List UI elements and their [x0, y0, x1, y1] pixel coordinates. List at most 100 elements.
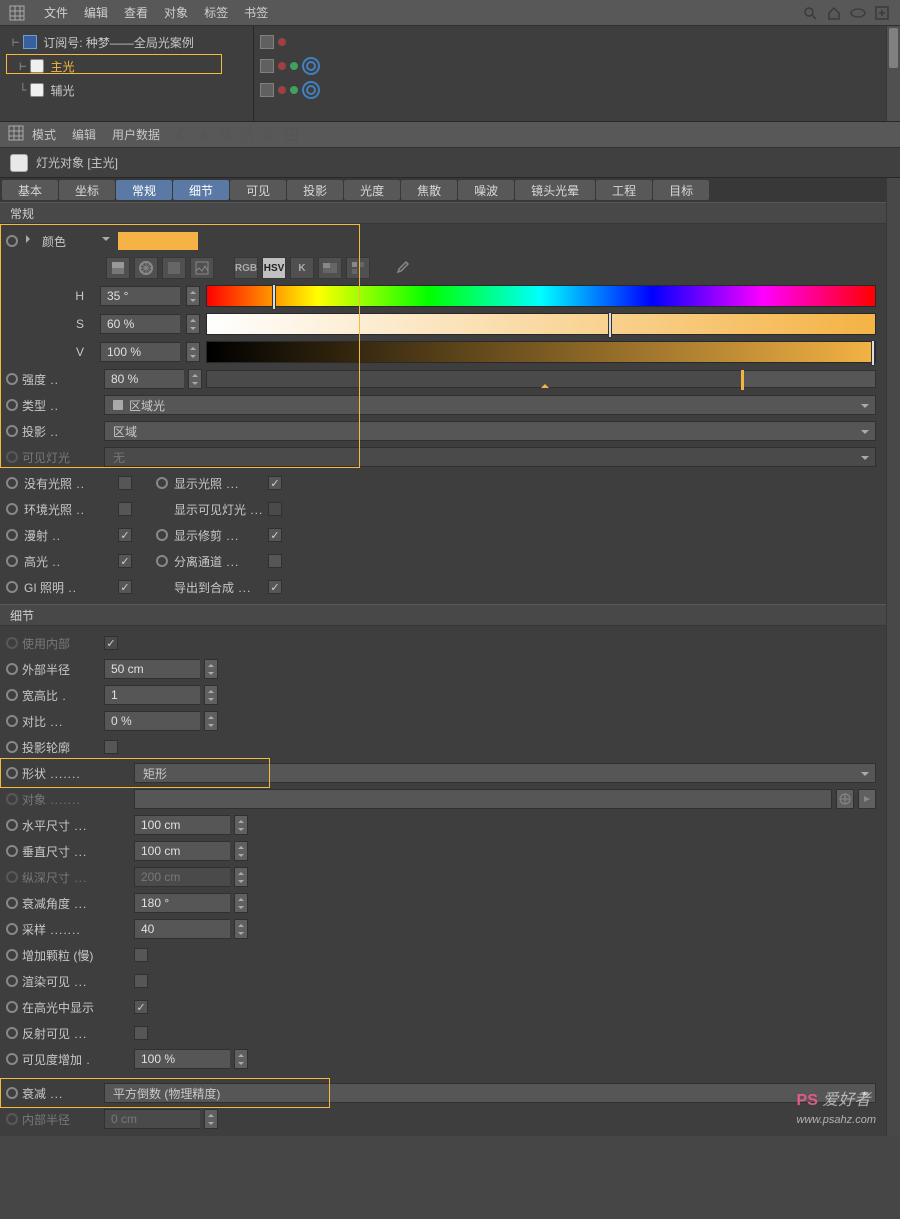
object-row[interactable]: ⊢ 订阅号: 种梦——全局光案例 — [0, 30, 253, 54]
spinner[interactable] — [234, 841, 248, 861]
color-mode-hsv[interactable]: HSV — [262, 257, 286, 279]
anim-dot[interactable] — [6, 529, 18, 541]
search-icon[interactable] — [800, 3, 820, 23]
input-hsize[interactable]: 100 cm — [134, 815, 230, 835]
checkbox[interactable] — [268, 554, 282, 568]
spinner[interactable] — [186, 342, 200, 362]
eye-icon[interactable] — [848, 3, 868, 23]
anim-dot[interactable] — [6, 1001, 18, 1013]
visibility-dot-editor[interactable] — [278, 62, 286, 70]
spinner[interactable] — [204, 659, 218, 679]
vertical-scrollbar[interactable] — [886, 202, 900, 1136]
anim-dot[interactable] — [6, 897, 18, 909]
link-pick-icon[interactable] — [836, 789, 854, 809]
tab-visible[interactable]: 可见 — [230, 180, 286, 200]
color-mode-rgb[interactable]: RGB — [234, 257, 258, 279]
layer-tag-icon[interactable] — [260, 59, 274, 73]
anim-dot[interactable] — [156, 477, 168, 489]
dropdown-falloff[interactable]: 平方倒数 (物理精度) — [104, 1083, 876, 1103]
tab-caustics[interactable]: 焦散 — [401, 180, 457, 200]
anim-dot[interactable] — [6, 1027, 18, 1039]
checkbox[interactable] — [118, 502, 132, 516]
input-contrast[interactable]: 0 % — [104, 711, 200, 731]
spinner[interactable] — [186, 314, 200, 334]
anim-dot[interactable] — [6, 373, 18, 385]
anim-dot[interactable] — [156, 529, 168, 541]
menu-view[interactable]: 查看 — [116, 4, 156, 21]
tab-photometric[interactable]: 光度 — [344, 180, 400, 200]
color-mode-k[interactable]: K — [290, 257, 314, 279]
spinner[interactable] — [234, 919, 248, 939]
spinner[interactable] — [204, 685, 218, 705]
tab-target[interactable]: 目标 — [653, 180, 709, 200]
target-tag-icon[interactable] — [302, 57, 320, 75]
tab-general[interactable]: 常规 — [116, 180, 172, 200]
anim-dot[interactable] — [6, 477, 18, 489]
checkbox-show-spec[interactable] — [134, 1000, 148, 1014]
menu-mode[interactable]: 模式 — [24, 126, 64, 143]
checkbox[interactable] — [268, 580, 282, 594]
anim-dot[interactable] — [6, 715, 18, 727]
spinner[interactable] — [204, 711, 218, 731]
anim-dot[interactable] — [6, 923, 18, 935]
spinner[interactable] — [186, 286, 200, 306]
anim-dot[interactable] — [6, 845, 18, 857]
app-grid-icon[interactable] — [8, 125, 24, 144]
app-grid-icon[interactable] — [8, 4, 26, 22]
dropdown-shadow[interactable]: 区域 — [104, 421, 876, 441]
back-icon[interactable] — [172, 126, 190, 144]
menu-tags[interactable]: 标签 — [196, 4, 236, 21]
tab-detail[interactable]: 细节 — [173, 180, 229, 200]
dropdown-shape[interactable]: 矩形 — [134, 763, 876, 783]
checkbox[interactable] — [118, 580, 132, 594]
gear-icon[interactable] — [260, 126, 278, 144]
input-intensity[interactable]: 80 % — [104, 369, 184, 389]
input-s[interactable]: 60 % — [100, 314, 180, 334]
search-icon[interactable] — [216, 126, 234, 144]
up-icon[interactable] — [194, 126, 212, 144]
vertical-scrollbar[interactable] — [886, 178, 900, 202]
checkbox-grain[interactable] — [134, 948, 148, 962]
input-vsize[interactable]: 100 cm — [134, 841, 230, 861]
vertical-scrollbar[interactable] — [886, 26, 900, 121]
input-samples[interactable]: 40 — [134, 919, 230, 939]
dropdown-type[interactable]: 区域光 — [104, 395, 876, 415]
tab-basic[interactable]: 基本 — [2, 180, 58, 200]
slider-intensity[interactable] — [206, 370, 876, 388]
input-outer-radius[interactable]: 50 cm — [104, 659, 200, 679]
visibility-dot-render[interactable] — [290, 62, 298, 70]
anim-dot[interactable] — [6, 767, 18, 779]
spinner[interactable] — [234, 815, 248, 835]
color-tool-wheel-icon[interactable] — [134, 257, 158, 279]
anim-dot[interactable] — [6, 741, 18, 753]
color-tool-image-icon[interactable] — [190, 257, 214, 279]
spinner[interactable] — [188, 369, 202, 389]
visibility-dot-render[interactable] — [290, 86, 298, 94]
anim-dot[interactable] — [6, 581, 18, 593]
input-vis-mult[interactable]: 100 % — [134, 1049, 230, 1069]
menu-object[interactable]: 对象 — [156, 4, 196, 21]
checkbox[interactable] — [268, 528, 282, 542]
menu-edit[interactable]: 编辑 — [76, 4, 116, 21]
input-v[interactable]: 100 % — [100, 342, 180, 362]
target-tag-icon[interactable] — [302, 81, 320, 99]
tab-lensflare[interactable]: 镜头光晕 — [515, 180, 595, 200]
checkbox[interactable] — [118, 528, 132, 542]
object-row[interactable]: └ 辅光 — [0, 78, 253, 102]
spinner[interactable] — [234, 1049, 248, 1069]
visibility-dot-editor[interactable] — [278, 38, 286, 46]
anim-dot[interactable] — [156, 555, 168, 567]
menu-edit[interactable]: 编辑 — [64, 126, 104, 143]
anim-dot[interactable] — [6, 425, 18, 437]
color-tool-gradient-icon[interactable] — [106, 257, 130, 279]
color-swatch[interactable] — [118, 232, 198, 250]
anim-dot[interactable] — [6, 399, 18, 411]
maximize-icon[interactable] — [872, 3, 892, 23]
anim-dot[interactable] — [6, 663, 18, 675]
checkbox-refl-visible[interactable] — [134, 1026, 148, 1040]
object-link-field[interactable] — [134, 789, 832, 809]
lock-icon[interactable] — [238, 126, 256, 144]
color-picker-eyedropper-icon[interactable] — [390, 257, 414, 279]
home-icon[interactable] — [824, 3, 844, 23]
anim-dot[interactable] — [6, 689, 18, 701]
